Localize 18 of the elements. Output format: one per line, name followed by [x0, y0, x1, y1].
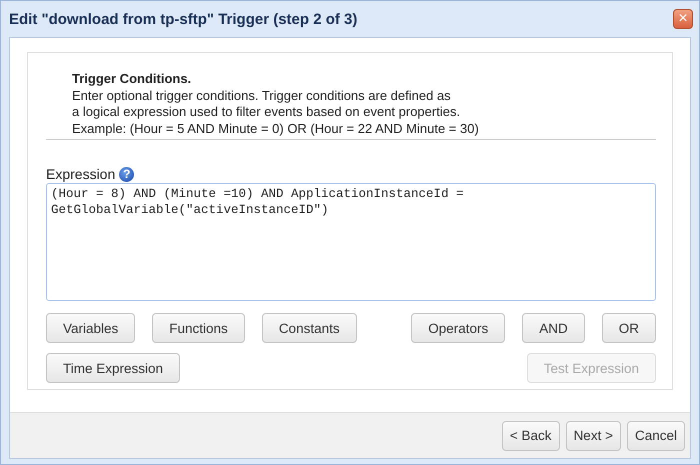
action-button[interactable]: Time Expression — [46, 353, 180, 383]
action-button[interactable]: OR — [602, 313, 656, 343]
section-heading: Trigger Conditions. — [72, 71, 192, 88]
window-title: Edit "download from tp-sftp" Trigger (step 2 of 3) — [9, 10, 358, 28]
description-text: a logical expression used to filter events based on event properties. — [72, 104, 462, 120]
description-text: Example: (Hour = 5 AND Minute = 0) OR (Hour = 22 AND Minute = 30) — [72, 120, 480, 137]
action-button[interactable]: AND — [522, 313, 585, 343]
expression-label: Expression — [46, 166, 116, 182]
action-button[interactable]: Constants — [262, 313, 357, 343]
expression-field[interactable]: (Hour = 8) AND (Minute =10) AND ApplicationInstanceId = GetGlobalVariable("activeInstanceID") — [46, 183, 656, 301]
action-button[interactable]: Next > — [566, 420, 621, 450]
action-button[interactable]: Operators — [411, 313, 506, 343]
action-button[interactable]: Variables — [46, 313, 136, 343]
description-text: Enter optional trigger conditions. Trigger conditions are defined as — [72, 88, 452, 104]
action-button[interactable]: Functions — [152, 313, 245, 343]
help-icon[interactable]: ? — [119, 166, 134, 182]
action-button[interactable]: < Back — [502, 420, 560, 450]
action-button[interactable]: Cancel — [626, 420, 685, 450]
